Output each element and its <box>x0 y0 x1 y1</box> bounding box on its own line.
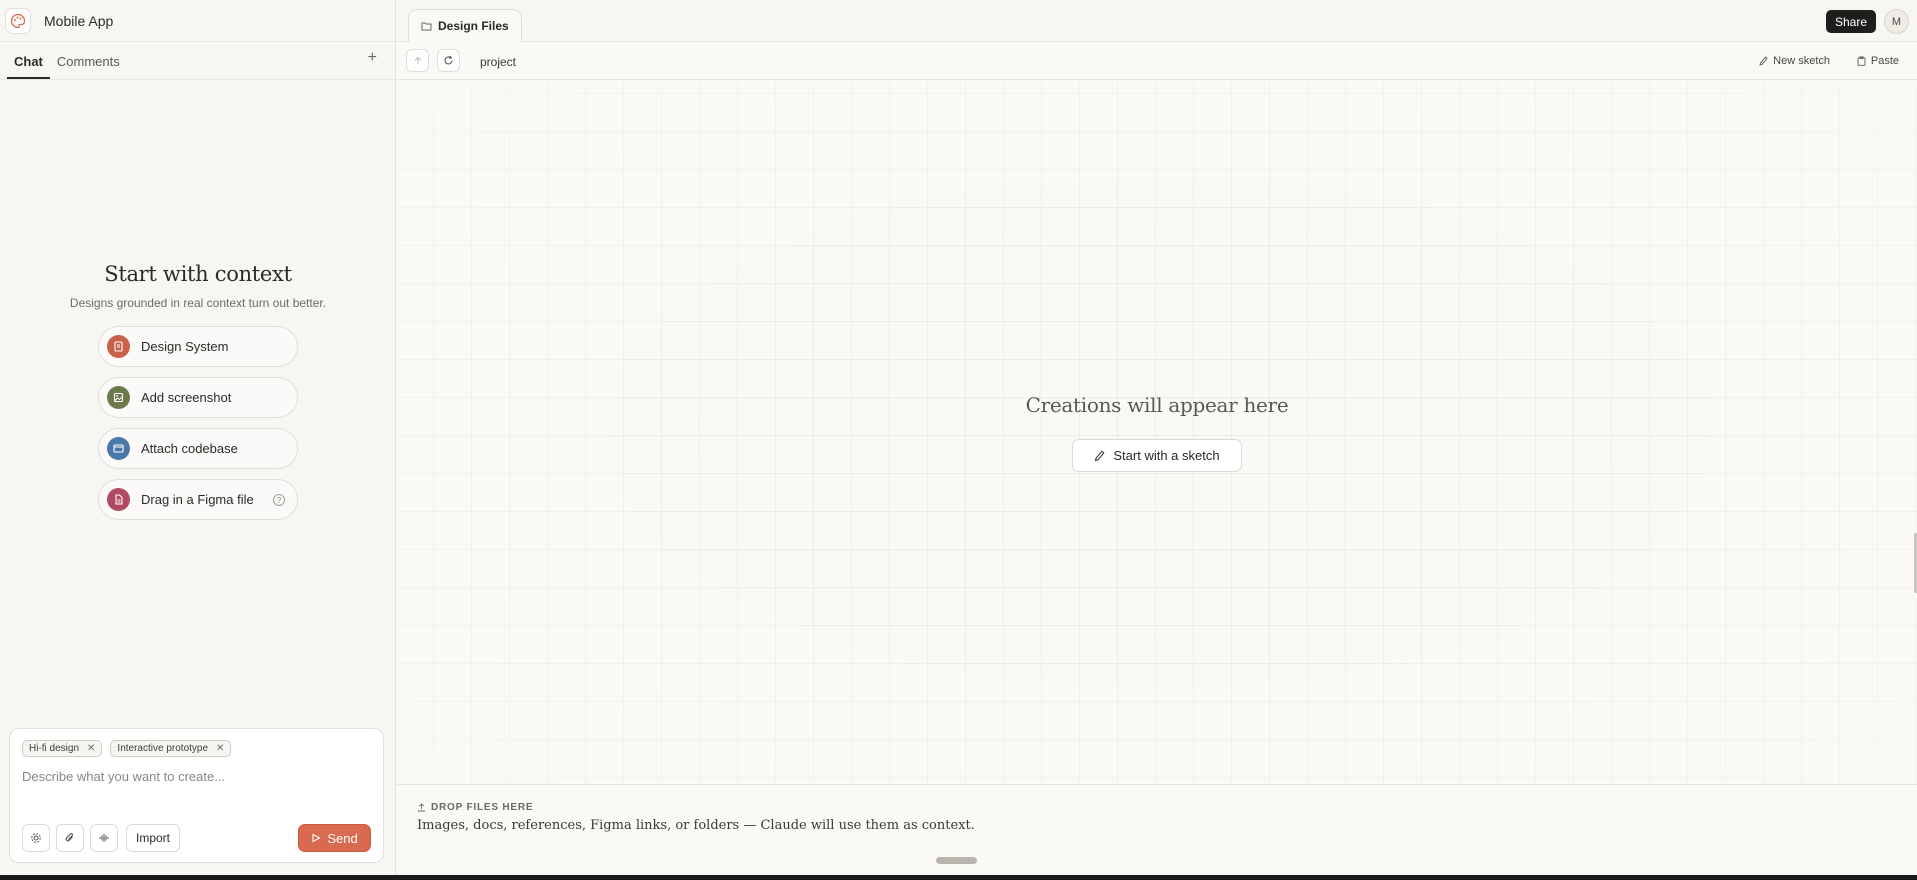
context-options: Design System Add screenshot Attach code… <box>0 326 396 520</box>
context-subtitle: Designs grounded in real context turn ou… <box>69 296 327 310</box>
design-system-label: Design System <box>141 339 229 354</box>
new-sketch-button[interactable]: New sketch <box>1759 55 1830 67</box>
pencil-icon <box>1759 56 1768 66</box>
palette-logo-icon[interactable] <box>5 7 31 34</box>
left-tabs: Chat Comments + <box>0 42 395 80</box>
chip-label: Hi-fi design <box>29 743 80 754</box>
chip-interactive-prototype: Interactive prototype ✕ <box>110 740 232 757</box>
import-button[interactable]: Import <box>126 824 181 852</box>
add-tab-button[interactable]: + <box>368 49 377 67</box>
tab-comments[interactable]: Comments <box>50 54 127 79</box>
drop-zone-title: DROP FILES HERE <box>417 802 533 813</box>
help-icon[interactable]: ? <box>273 494 285 506</box>
resize-handle[interactable] <box>936 857 977 864</box>
paste-button[interactable]: Paste <box>1857 55 1899 67</box>
toolbar: project New sketch Paste <box>397 42 1917 80</box>
drop-title-label: DROP FILES HERE <box>431 802 534 813</box>
file-icon <box>107 488 130 511</box>
share-button[interactable]: Share <box>1825 10 1876 33</box>
figma-file-button[interactable]: Drag in a Figma file ? <box>98 479 298 520</box>
paste-label: Paste <box>1870 55 1899 67</box>
top-bar: Design Files Share M <box>397 0 1917 42</box>
drop-zone[interactable]: DROP FILES HERE Images, docs, references… <box>397 784 1917 875</box>
upload-icon <box>418 803 425 812</box>
image-icon <box>107 386 130 409</box>
avatar[interactable]: M <box>1884 9 1909 34</box>
chip-label: Interactive prototype <box>117 743 209 754</box>
add-screenshot-button[interactable]: Add screenshot <box>98 377 298 418</box>
canvas-vignette <box>397 81 1917 784</box>
send-button[interactable]: Send <box>298 824 371 852</box>
context-section: Start with context Designs grounded in r… <box>0 262 396 520</box>
send-label: Send <box>327 830 358 846</box>
clipboard-icon <box>1857 56 1866 66</box>
start-sketch-label: Start with a sketch <box>1113 448 1220 463</box>
book-icon <box>107 335 130 358</box>
add-screenshot-label: Add screenshot <box>141 390 232 405</box>
chip-hifi-design: Hi-fi design ✕ <box>22 740 103 757</box>
left-panel: Mobile App Chat Comments + Start with co… <box>0 0 396 875</box>
refresh-icon[interactable] <box>437 49 460 72</box>
project-name[interactable]: Mobile App <box>44 13 113 29</box>
folder-icon <box>421 22 432 31</box>
up-arrow-icon[interactable] <box>406 49 429 72</box>
left-header: Mobile App <box>0 0 395 42</box>
new-sketch-label: New sketch <box>1773 55 1830 67</box>
design-system-button[interactable]: Design System <box>98 326 298 367</box>
figma-file-label: Drag in a Figma file <box>141 492 254 507</box>
drop-zone-description: Images, docs, references, Figma links, o… <box>417 818 975 833</box>
app-window: Mobile App Chat Comments + Start with co… <box>0 0 1917 875</box>
right-panel: Design Files Share M project New sketch … <box>397 0 1917 875</box>
breadcrumb[interactable]: project <box>480 55 516 69</box>
option-chips: Hi-fi design ✕ Interactive prototype ✕ <box>22 740 232 757</box>
attach-codebase-button[interactable]: Attach codebase <box>98 428 298 469</box>
design-canvas[interactable]: Creations will appear here Start with a … <box>397 81 1917 784</box>
pencil-icon <box>1095 449 1105 461</box>
start-sketch-button[interactable]: Start with a sketch <box>1072 439 1242 472</box>
composer-tools: Import <box>22 824 181 852</box>
composer: Hi-fi design ✕ Interactive prototype ✕ D… <box>9 728 384 863</box>
context-title: Start with context <box>104 262 292 286</box>
attach-codebase-label: Attach codebase <box>141 441 238 456</box>
remove-chip-icon[interactable]: ✕ <box>216 743 224 754</box>
attach-icon[interactable] <box>56 824 84 852</box>
empty-state-title: Creations will appear here <box>1025 393 1289 417</box>
prompt-input[interactable] <box>22 769 372 784</box>
settings-icon[interactable] <box>22 824 50 852</box>
audio-wave-icon[interactable] <box>90 824 118 852</box>
tab-chat[interactable]: Chat <box>7 54 50 79</box>
file-tab-label: Design Files <box>438 19 509 33</box>
tab-design-files[interactable]: Design Files <box>408 9 522 42</box>
send-icon <box>312 833 321 843</box>
code-window-icon <box>107 437 130 460</box>
remove-chip-icon[interactable]: ✕ <box>87 743 95 754</box>
